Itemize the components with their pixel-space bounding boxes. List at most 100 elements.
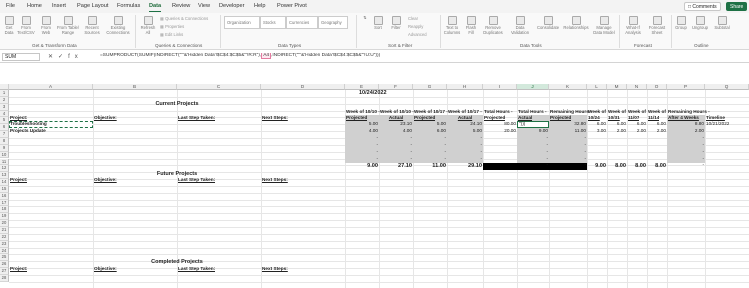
dash-cell[interactable]: - [549,162,586,168]
menu-page-layout[interactable]: Page Layout [77,3,108,9]
dash-cell[interactable]: - [345,156,378,162]
col-header-a[interactable]: A [9,84,93,90]
total-l[interactable]: 9.00 [587,163,606,169]
menu-view[interactable]: View [198,3,210,9]
existing-connections-button[interactable]: Existing Connections [104,16,132,35]
menu-formulas[interactable]: Formulas [117,3,140,9]
stocks-datatype[interactable]: Stocks [260,16,286,29]
from-text-csv-button[interactable]: From Text/CSV [17,16,35,35]
cell-j5[interactable]: 9.00 [517,128,548,134]
row-header-17[interactable]: 17 [0,199,9,207]
row-header-28[interactable]: 28 [0,274,9,282]
clear-button[interactable]: Clear [408,16,418,21]
col-header-o[interactable]: O [647,84,667,90]
cell-e5[interactable]: 4.00 [345,128,378,134]
name-box[interactable]: SUM [2,53,40,61]
data-validation-button[interactable]: Data Validation [508,16,532,35]
header-next-steps[interactable]: Next Steps: [262,115,288,121]
cell-g4[interactable]: 5.00 [413,121,446,127]
row-header-4[interactable]: 4 [0,110,9,118]
currencies-datatype[interactable]: Currencies [286,16,318,29]
flash-fill-button[interactable]: Flash Fill [464,16,478,35]
menu-insert[interactable]: Insert [52,3,66,9]
share-button[interactable]: Share [726,2,748,11]
dash-cell[interactable]: - [517,162,548,168]
cell-f4[interactable]: 23.10 [379,121,412,127]
col-header-l[interactable]: L [587,84,607,90]
cell-o5[interactable]: 2.00 [647,128,666,134]
total-m[interactable]: 8.00 [607,163,626,169]
dash-cell[interactable]: - [667,149,704,155]
cell-n4[interactable]: 6.00 [627,121,646,127]
col-header-m[interactable]: M [607,84,627,90]
cell-l4[interactable]: 6.00 [587,121,606,127]
row-header-11[interactable]: 11 [0,158,9,166]
sort-az-button[interactable]: ⇅ [360,15,370,21]
dash-cell[interactable]: - [379,142,412,148]
dash-cell[interactable]: - [413,142,446,148]
col-header-c[interactable]: C [177,84,261,90]
dash-cell[interactable]: - [345,135,378,141]
total-h[interactable]: 29.10 [447,163,482,169]
row-header-5[interactable]: 5 [0,117,9,125]
dash-cell[interactable]: - [413,156,446,162]
row-header-7[interactable]: 7 [0,131,9,138]
recent-sources-button[interactable]: Recent Sources [82,16,102,35]
dash-cell[interactable]: - [517,142,548,148]
row-header-8[interactable]: 8 [0,137,9,145]
text-to-columns-button[interactable]: Text to Columns [442,16,462,35]
col-header-n[interactable]: N [627,84,647,90]
completed-header-next-steps[interactable]: Next Steps: [262,266,288,272]
completed-header-last-step[interactable]: Last Step Taken: [178,266,215,272]
menu-review[interactable]: Review [172,3,190,9]
row-header-21[interactable]: 21 [0,227,9,234]
row-header-3[interactable]: 3 [0,103,9,111]
row-header-25[interactable]: 25 [0,254,9,262]
current-projects-title[interactable]: Current Projects [9,101,345,107]
header-last-step[interactable]: Last Step Taken: [178,115,215,121]
cell-p4[interactable]: 8.80 [667,121,704,127]
properties-button[interactable]: ▦ Properties [160,24,184,29]
menu-power-pivot[interactable]: Power Pivot [277,3,307,9]
advanced-button[interactable]: Advanced [408,32,427,37]
cell-g5[interactable]: 6.00 [413,128,446,134]
row-header-24[interactable]: 24 [0,247,9,255]
cell-m5[interactable]: 2.00 [607,128,626,134]
col-header-b[interactable]: B [93,84,177,90]
row-header-2[interactable]: 2 [0,96,9,104]
fx-icon[interactable]: fx [68,54,83,60]
timeline-date[interactable]: 10/21/2022 [706,121,729,127]
cell-a4[interactable]: Troubleshooting [10,121,47,127]
completed-header-objective[interactable]: Objective: [94,266,117,272]
dash-cell[interactable]: - [549,142,586,148]
col-header-i[interactable]: I [483,84,517,90]
row-header-22[interactable]: 22 [0,233,9,241]
col-header-d[interactable]: D [261,84,345,90]
dash-cell[interactable]: - [379,156,412,162]
menu-data[interactable]: Data [149,3,162,12]
dash-cell[interactable]: - [549,149,586,155]
cell-n5[interactable]: 2.00 [627,128,646,134]
get-data-button[interactable]: Get Data [2,16,16,35]
col-header-p[interactable]: P [667,84,705,90]
sort-button[interactable]: Sort [371,16,385,31]
dash-cell[interactable]: - [447,156,482,162]
cell-e4[interactable]: 5.00 [345,121,378,127]
cancel-icon[interactable]: ✕ [48,54,58,60]
ungroup-button[interactable]: Ungroup [690,16,710,31]
dash-cell[interactable]: - [517,135,548,141]
row-header-16[interactable]: 16 [0,192,9,200]
edit-links-button[interactable]: ▦ Edit Links [160,32,183,37]
row-header-14[interactable]: 14 [0,179,9,186]
row-header-15[interactable]: 15 [0,185,9,193]
row-header-9[interactable]: 9 [0,144,9,152]
dash-cell[interactable]: - [413,149,446,155]
cell-k4[interactable]: 32.80 [549,121,586,127]
relationships-button[interactable]: Relationships [562,16,590,31]
cell-o4[interactable]: 6.00 [647,121,666,127]
header-objective[interactable]: Objective: [94,115,117,121]
completed-header-project[interactable]: Project: [10,266,27,272]
dash-cell[interactable]: - [379,135,412,141]
enter-icon[interactable]: ✓ [58,54,68,60]
cell-l5[interactable]: 3.00 [587,128,606,134]
